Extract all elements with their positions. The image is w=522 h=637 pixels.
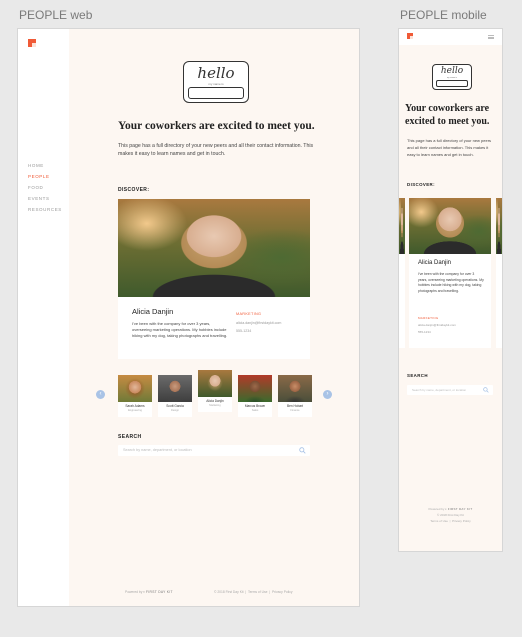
web-artboard: HOME PEOPLE FOOD EVENTS RESOURCES hello … <box>17 28 360 607</box>
carousel-role: Engineering <box>128 409 142 412</box>
mobile-artboard: hello my name is Your coworkers are exci… <box>398 28 503 552</box>
hello-sub: my name is <box>446 77 458 79</box>
featured-profile-photo <box>409 198 491 254</box>
carousel-role: Marketing <box>209 404 221 407</box>
profile-name: Alicia Danjin <box>132 307 174 316</box>
profile-phone[interactable]: 555-1234 <box>236 329 251 333</box>
logo-icon[interactable] <box>28 39 36 47</box>
search-input[interactable]: Search by name, department, or location <box>118 445 310 456</box>
profile-name: Alicia Danjin <box>418 260 452 266</box>
carousel-role: Sales <box>251 409 259 412</box>
footer-copyright: © 2018 First Day Kit <box>214 590 244 594</box>
carousel-photo <box>399 198 405 254</box>
footer-terms-link[interactable]: Terms of Use <box>430 519 448 523</box>
hamburger-menu-icon[interactable] <box>488 35 494 39</box>
footer-brand: ▪ FIRST DAY KIT <box>445 507 473 511</box>
footer-brand: ▪ FIRST DAY KIT <box>143 590 173 594</box>
nav-item-home[interactable]: HOME <box>28 160 62 171</box>
sidebar-nav: HOME PEOPLE FOOD EVENTS RESOURCES <box>28 160 62 215</box>
discover-heading: DISCOVER: <box>118 187 150 193</box>
search-placeholder: Search by name, department, or location <box>412 388 467 392</box>
hello-word: hello <box>197 64 235 82</box>
chevron-right-icon: › <box>326 391 329 397</box>
search-heading: SEARCH <box>118 434 142 440</box>
carousel-item[interactable]: Sarah Adams Engineering <box>118 375 152 417</box>
footer-powered: Powered by ▪ FIRST DAY KIT <box>125 590 173 594</box>
carousel-peek-prev[interactable] <box>399 198 405 348</box>
carousel-photo <box>118 375 152 402</box>
featured-profile-card: Alicia Danjin I've been with the company… <box>118 297 310 359</box>
discover-heading: DISCOVER: <box>407 182 435 187</box>
profile-department: MARKETING <box>418 316 439 320</box>
page-title: Your coworkers are excited to meet you. <box>118 120 315 132</box>
mobile-header <box>399 29 502 45</box>
footer-privacy-link[interactable]: Privacy Policy <box>452 519 471 523</box>
hello-name-tag-illustration: hello my name is <box>183 61 249 103</box>
carousel-photo <box>496 198 502 254</box>
page-title: Your coworkers are excited to meet you. <box>405 103 490 127</box>
profile-bio: I've been with the company for over 3 ye… <box>418 272 484 293</box>
search-input[interactable]: Search by name, department, or location <box>407 385 493 395</box>
mobile-footer: Powered by ▪ FIRST DAY KIT © 2018 First … <box>399 506 502 524</box>
carousel-name: Marcus Brown <box>244 404 266 408</box>
carousel-photo <box>238 375 272 402</box>
profile-department: MARKETING <box>236 312 262 316</box>
footer-powered-text: Powered by <box>125 590 143 594</box>
carousel-photo <box>158 375 192 402</box>
hello-name-tag-illustration: hello my name is <box>432 64 472 90</box>
carousel-peek-next[interactable] <box>496 198 502 348</box>
hello-sub: my name is <box>208 82 224 86</box>
sidebar: HOME PEOPLE FOOD EVENTS RESOURCES <box>18 29 69 606</box>
carousel-photo <box>278 375 312 402</box>
profile-email[interactable]: alicia.danjin@firstdaykit.com <box>418 323 456 327</box>
carousel-item-active[interactable]: Alicia Danjin Marketing <box>198 370 232 412</box>
footer-links: © 2018 First Day Kit | Terms of Use | Pr… <box>214 590 293 594</box>
footer-terms-link[interactable]: Terms of Use <box>248 590 267 594</box>
carousel-prev-button[interactable]: ‹ <box>96 390 105 399</box>
footer-powered-text: Powered by <box>428 507 445 511</box>
nav-item-food[interactable]: FOOD <box>28 182 62 193</box>
footer-brand-name: FIRST DAY KIT <box>146 590 173 594</box>
web-board-label: PEOPLE web <box>19 8 93 22</box>
footer-brand-name: FIRST DAY KIT <box>447 507 473 511</box>
carousel-name: Alicia Danjin <box>206 399 224 403</box>
carousel-role: Design <box>170 409 180 412</box>
carousel-role: Finance <box>290 409 300 412</box>
footer-links: Terms of Use | Privacy Policy <box>430 519 471 523</box>
carousel-item[interactable]: Scott Garcia Design <box>158 375 192 417</box>
footer-privacy-link[interactable]: Privacy Policy <box>272 590 293 594</box>
carousel-name: Scott Garcia <box>166 404 184 408</box>
nav-item-events[interactable]: EVENTS <box>28 193 62 204</box>
logo-icon[interactable] <box>407 33 413 39</box>
search-icon[interactable] <box>483 387 489 393</box>
carousel-next-button[interactable]: › <box>323 390 332 399</box>
carousel-photo <box>198 370 232 397</box>
profile-email[interactable]: alicia.danjin@firstdaykit.com <box>236 321 281 325</box>
mobile-board-label: PEOPLE mobile <box>400 8 487 22</box>
nav-item-resources[interactable]: RESOURCES <box>28 204 62 215</box>
profile-bio: I've been with the company for over 3 ye… <box>132 321 228 338</box>
carousel-item[interactable]: Marcus Brown Sales <box>238 375 272 417</box>
carousel-name: Sarah Adams <box>125 404 145 408</box>
intro-text: This page has a full directory of your n… <box>407 138 492 157</box>
name-tag-box <box>188 87 244 99</box>
carousel-item[interactable]: Ben Hobart Finance <box>278 375 312 417</box>
search-icon[interactable] <box>299 447 306 454</box>
carousel-name: Ben Hobart <box>286 404 304 408</box>
search-placeholder: Search by name, department, or location <box>123 448 192 452</box>
intro-text: This page has a full directory of your n… <box>118 143 314 157</box>
name-tag-box <box>436 80 468 87</box>
featured-profile-photo <box>118 199 310 297</box>
chevron-left-icon: ‹ <box>99 391 102 397</box>
nav-item-people[interactable]: PEOPLE <box>28 171 62 182</box>
featured-profile-card: Alicia Danjin I've been with the company… <box>409 198 491 348</box>
hello-word: hello <box>440 66 464 76</box>
search-heading: SEARCH <box>407 373 428 378</box>
profile-phone[interactable]: 555-1234 <box>418 330 431 334</box>
